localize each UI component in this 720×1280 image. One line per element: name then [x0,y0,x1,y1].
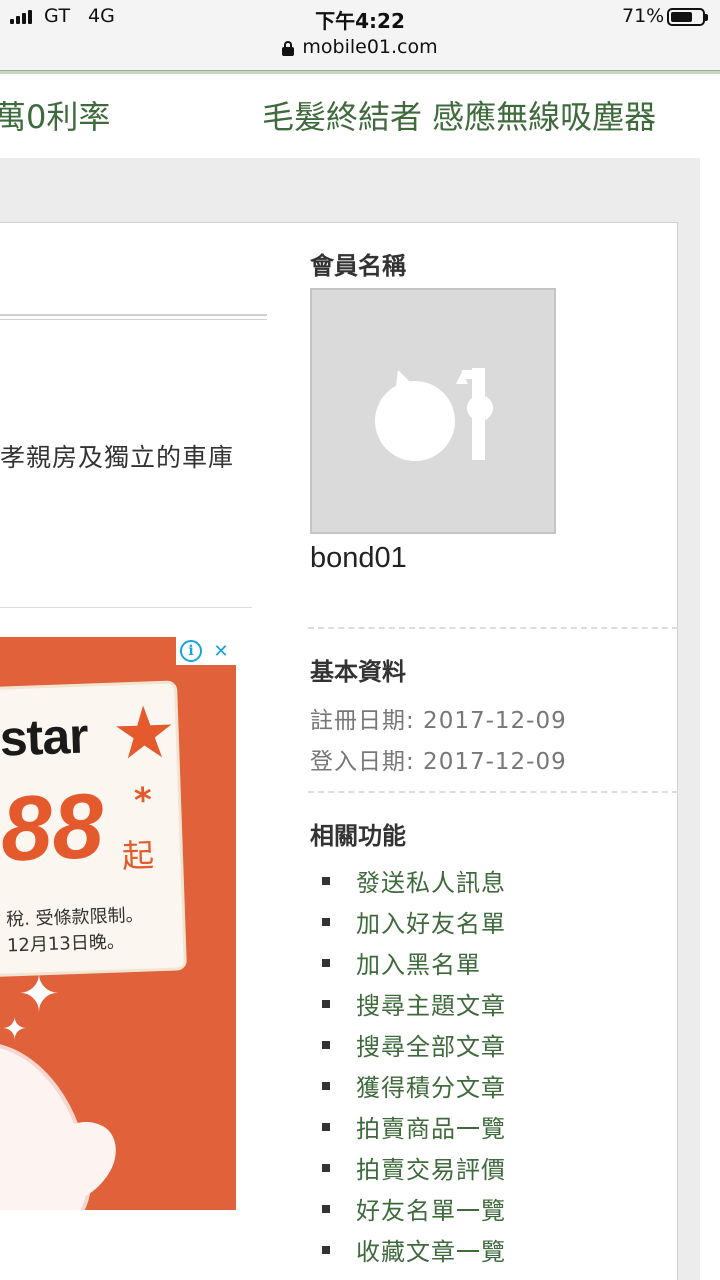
link-send-private-message[interactable]: 發送私人訊息 [322,860,506,901]
lock-icon [282,41,295,56]
link-search-topics[interactable]: 搜尋主題文章 [322,983,506,1024]
link-label: 獲得積分文章 [356,1074,506,1102]
bullet-icon [322,999,330,1008]
headline-link-left[interactable]: 萬0利率 [0,92,110,138]
ad-price: 88 [0,775,106,881]
link-auction-items[interactable]: 拍賣商品一覽 [322,1106,506,1147]
bullet-icon [322,1204,330,1213]
link-label: 加入好友名單 [356,910,506,938]
link-label: 搜尋全部文章 [356,1033,506,1061]
content-divider [0,607,252,608]
url-text: mobile01.com [302,36,438,58]
bullet-icon [322,1245,330,1254]
close-icon[interactable]: ✕ [206,637,236,665]
bullet-icon [322,1040,330,1049]
link-label: 收藏文章一覽 [356,1238,506,1266]
link-favorite-posts[interactable]: 收藏文章一覽 [322,1229,506,1270]
bullet-icon [322,1081,330,1090]
default-avatar-icon [375,368,493,461]
ad-card: star ★ 88 * 起 稅. 受條款限制。 12月13日晚。 [0,680,187,978]
register-date: 註冊日期: 2017-12-09 [310,708,567,734]
basic-info-heading: 基本資料 [310,658,406,686]
sparkle-icon: ✦ [2,1012,28,1047]
page-background [0,158,700,222]
section-divider [308,627,678,629]
bullet-icon [322,917,330,926]
url-bar[interactable]: mobile01.com [0,33,720,61]
section-divider [308,791,678,793]
link-label: 拍賣交易評價 [356,1156,506,1184]
ad-asterisk: * [133,780,153,821]
related-functions-heading: 相關功能 [310,822,406,850]
post-snippet: 孝親房及獨立的車庫 [0,443,235,472]
ad-from-label: 起 [121,836,155,876]
bullet-icon [322,876,330,885]
ad-controls: i ✕ [176,637,236,665]
status-bar: GT 4G 下午4:22 71% mobile01.com [0,0,720,70]
headline-link-right[interactable]: 毛髮終結者 感應無線吸塵器 [262,92,656,138]
related-functions-list: 發送私人訊息 加入好友名單 加入黑名單 搜尋主題文章 搜尋全部文章 獲得積分文章… [322,860,506,1270]
ad-star-icon: ★ [110,689,178,776]
member-username: bond01 [310,542,407,574]
link-points-posts[interactable]: 獲得積分文章 [322,1065,506,1106]
bullet-icon [322,1163,330,1172]
link-search-all-posts[interactable]: 搜尋全部文章 [322,1024,506,1065]
member-name-heading: 會員名稱 [310,252,406,280]
link-label: 好友名單一覽 [356,1197,506,1225]
post-divider [0,314,267,320]
bullet-icon [322,958,330,967]
link-label: 拍賣商品一覽 [356,1115,506,1143]
login-date: 登入日期: 2017-12-09 [310,749,567,775]
avatar[interactable] [310,288,556,534]
page-background-side [678,222,700,1280]
header-divider [0,70,720,74]
link-add-blacklist[interactable]: 加入黑名單 [322,942,506,983]
clock: 下午4:22 [315,9,405,33]
link-label: 搜尋主題文章 [356,992,506,1020]
link-friend-list[interactable]: 好友名單一覽 [322,1188,506,1229]
link-label: 加入黑名單 [356,951,481,979]
link-label: 發送私人訊息 [356,869,506,897]
battery-icon [667,8,708,26]
advertisement[interactable]: star ★ 88 * 起 稅. 受條款限制。 12月13日晚。 ✦ ✦ i ✕ [0,637,236,1210]
ad-fine-print: 12月13日晚。 [6,931,126,957]
link-auction-ratings[interactable]: 拍賣交易評價 [322,1147,506,1188]
ad-brand: star [0,707,89,767]
info-icon[interactable]: i [176,637,206,665]
link-add-friend[interactable]: 加入好友名單 [322,901,506,942]
bullet-icon [322,1122,330,1131]
battery-percent: 71% [622,5,665,27]
